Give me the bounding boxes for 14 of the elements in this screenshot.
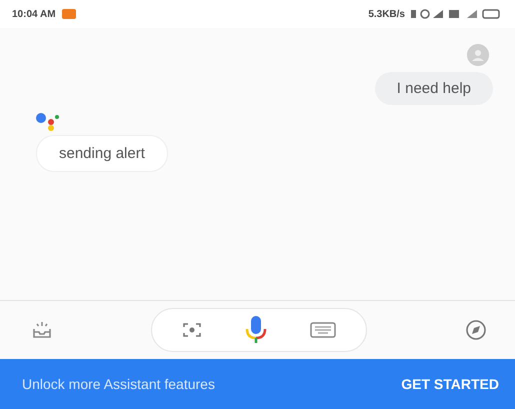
lens-icon[interactable] [182, 321, 202, 339]
keyboard-icon[interactable] [310, 322, 336, 338]
avatar-icon [467, 44, 489, 66]
compass-icon[interactable] [465, 319, 487, 341]
notification-icon [62, 9, 76, 19]
message-bubble: sending alert [36, 135, 168, 172]
inbox-icon[interactable] [32, 321, 52, 339]
assistant-logo-icon [36, 113, 60, 131]
microphone-icon[interactable] [244, 315, 268, 345]
message-bubble: I need help [374, 72, 493, 105]
banner-text: Unlock more Assistant features [22, 376, 215, 392]
status-time: 10:04 AM [12, 8, 56, 20]
network-speed: 5.3KB/s [368, 8, 405, 20]
get-started-button[interactable]: GET STARTED [401, 372, 499, 396]
